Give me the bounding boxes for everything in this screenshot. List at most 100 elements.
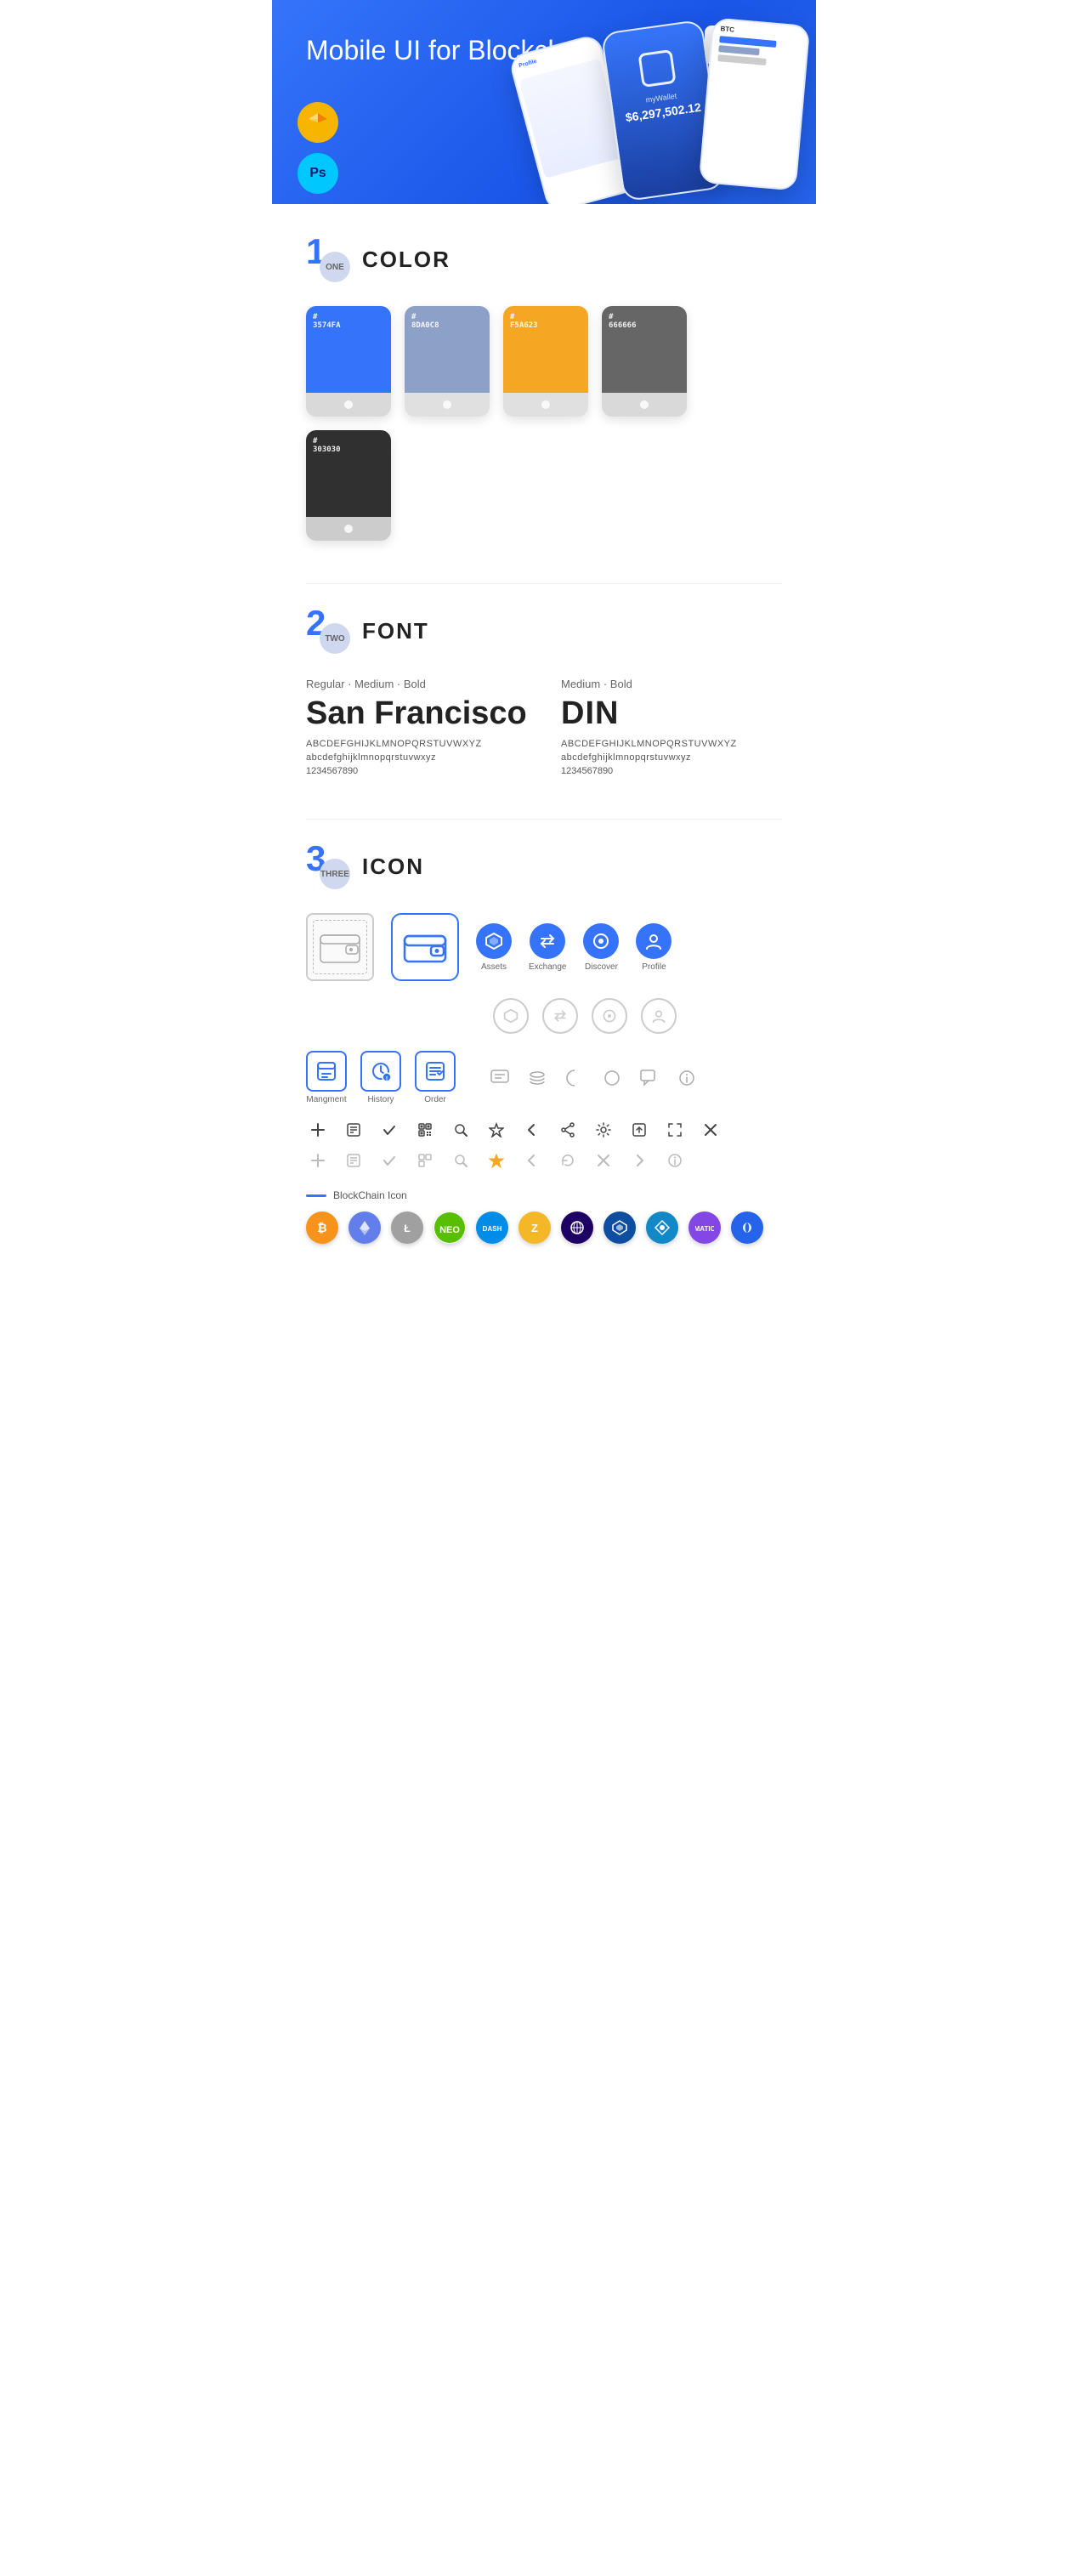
matic-svg: MATIC bbox=[695, 1218, 714, 1237]
phone3-bar2 bbox=[718, 45, 759, 55]
color-section-number: 1 ONE bbox=[306, 238, 348, 281]
icon-order[interactable]: Order bbox=[415, 1051, 456, 1104]
svg-text:DASH: DASH bbox=[483, 1225, 502, 1233]
icon-assets[interactable]: Assets bbox=[476, 923, 512, 972]
font-din-block: Medium · Bold DIN ABCDEFGHIJKLMNOPQRSTUV… bbox=[561, 678, 782, 776]
lisk-icon[interactable] bbox=[604, 1211, 636, 1244]
speech-svg bbox=[639, 1068, 660, 1088]
font-sf-name: San Francisco bbox=[306, 695, 527, 732]
chat-icon bbox=[486, 1064, 513, 1092]
dash-icon[interactable]: DASH bbox=[476, 1211, 508, 1244]
close-icon[interactable] bbox=[699, 1118, 722, 1142]
btc-svg: ₿ bbox=[313, 1218, 332, 1237]
svg-text:₿: ₿ bbox=[317, 1221, 326, 1234]
scan-icon[interactable] bbox=[663, 1118, 687, 1142]
history-icon-big: ! bbox=[360, 1051, 401, 1092]
history-label: History bbox=[367, 1095, 394, 1104]
order-svg bbox=[424, 1060, 446, 1082]
exchange-outline-svg bbox=[552, 1008, 568, 1024]
blockchain-label: BlockChain Icon bbox=[333, 1189, 407, 1201]
icon-management[interactable]: Mangment bbox=[306, 1051, 347, 1104]
color-dot-gray bbox=[640, 400, 649, 409]
zcash-icon[interactable]: Z bbox=[518, 1211, 551, 1244]
phone-mockups: Profile myWallet $6,297,502.12 BTC bbox=[527, 17, 816, 204]
stratis-icon[interactable] bbox=[646, 1211, 678, 1244]
qr-icon[interactable] bbox=[413, 1118, 437, 1142]
icon-section-header: 3 THREE ICON bbox=[306, 845, 782, 888]
color-card-orange: #F5A623 bbox=[503, 306, 588, 417]
profile-label: Profile bbox=[642, 962, 666, 972]
font-section-header: 2 TWO FONT bbox=[306, 610, 782, 652]
font-section-number: 2 TWO bbox=[306, 610, 348, 652]
search-icon-gray bbox=[449, 1149, 473, 1172]
stratis-svg bbox=[653, 1218, 672, 1237]
management-icon-big bbox=[306, 1051, 347, 1092]
list-icon[interactable] bbox=[342, 1118, 366, 1142]
color-swatch-dark: #303030 bbox=[306, 430, 391, 517]
svg-text:Z: Z bbox=[531, 1222, 538, 1234]
exchange-icon-outline bbox=[542, 998, 578, 1034]
wallet-icon-filled bbox=[391, 913, 459, 981]
neo-icon[interactable]: NEO bbox=[434, 1211, 466, 1244]
eth-svg bbox=[355, 1218, 374, 1237]
fonts-grid: Regular · Medium · Bold San Francisco AB… bbox=[306, 678, 782, 776]
plus-icon[interactable] bbox=[306, 1118, 330, 1142]
icon-exchange[interactable]: Exchange bbox=[529, 923, 566, 972]
star-icon[interactable] bbox=[484, 1118, 508, 1142]
icon-history[interactable]: ! History bbox=[360, 1051, 401, 1104]
font-din-numbers: 1234567890 bbox=[561, 766, 782, 776]
discover-icon-filled bbox=[583, 923, 619, 959]
history-svg: ! bbox=[370, 1060, 392, 1082]
net-icon[interactable] bbox=[561, 1211, 593, 1244]
font-sf-numbers: 1234567890 bbox=[306, 766, 527, 776]
ltc-icon[interactable]: Ł bbox=[391, 1211, 423, 1244]
nav-icons-outline-row bbox=[306, 998, 782, 1034]
back-icon[interactable] bbox=[520, 1118, 544, 1142]
icon-discover[interactable]: Discover bbox=[583, 923, 619, 972]
font-number-circle: TWO bbox=[320, 623, 350, 654]
color-footer-gray bbox=[602, 393, 687, 417]
list-icon-gray bbox=[342, 1149, 366, 1172]
matic-icon[interactable]: MATIC bbox=[688, 1211, 721, 1244]
font-number-word: TWO bbox=[325, 634, 344, 644]
upload-icon[interactable] bbox=[627, 1118, 651, 1142]
color-section-title: COLOR bbox=[362, 247, 450, 273]
star-icon-active[interactable] bbox=[484, 1149, 508, 1172]
order-label: Order bbox=[424, 1095, 446, 1104]
assets-icon-outline bbox=[493, 998, 529, 1034]
assets-icon-filled bbox=[476, 923, 512, 959]
search-icon[interactable] bbox=[449, 1118, 473, 1142]
exchange-label: Exchange bbox=[529, 962, 566, 972]
exchange-icon-filled bbox=[530, 923, 565, 959]
share-icon[interactable] bbox=[556, 1118, 580, 1142]
dot-icon[interactable] bbox=[731, 1211, 763, 1244]
back-icon-gray bbox=[520, 1149, 544, 1172]
color-swatch-gray-blue: #8DA0C8 bbox=[405, 306, 490, 393]
color-swatch-blue: #3574FA bbox=[306, 306, 391, 393]
color-card-blue: #3574FA bbox=[306, 306, 391, 417]
color-card-gray-blue: #8DA0C8 bbox=[405, 306, 490, 417]
ps-badge: Ps bbox=[298, 153, 338, 194]
color-dot-blue bbox=[344, 400, 353, 409]
color-section-header: 1 ONE COLOR bbox=[306, 238, 782, 281]
color-card-gray: #666666 bbox=[602, 306, 687, 417]
settings-icon[interactable] bbox=[592, 1118, 615, 1142]
check-icon[interactable] bbox=[377, 1118, 401, 1142]
info-icon bbox=[673, 1064, 700, 1092]
color-number-word: ONE bbox=[326, 263, 344, 272]
layers-icon bbox=[524, 1064, 551, 1092]
font-din-uppercase: ABCDEFGHIJKLMNOPQRSTUVWXYZ bbox=[561, 739, 782, 749]
icon-profile[interactable]: Profile bbox=[636, 923, 672, 972]
eth-icon[interactable] bbox=[348, 1211, 381, 1244]
management-svg bbox=[315, 1060, 337, 1082]
sketch-badge bbox=[298, 102, 338, 143]
neo-svg: NEO bbox=[434, 1211, 466, 1244]
qr-icon-gray bbox=[413, 1149, 437, 1172]
phone3-bar3 bbox=[717, 54, 766, 65]
btc-icon[interactable]: ₿ bbox=[306, 1211, 338, 1244]
wallet-wireframe-svg bbox=[319, 930, 361, 964]
color-dot-orange bbox=[541, 400, 550, 409]
circle-svg bbox=[602, 1068, 622, 1088]
color-swatch-orange: #F5A623 bbox=[503, 306, 588, 393]
font-section-title: FONT bbox=[362, 618, 429, 644]
